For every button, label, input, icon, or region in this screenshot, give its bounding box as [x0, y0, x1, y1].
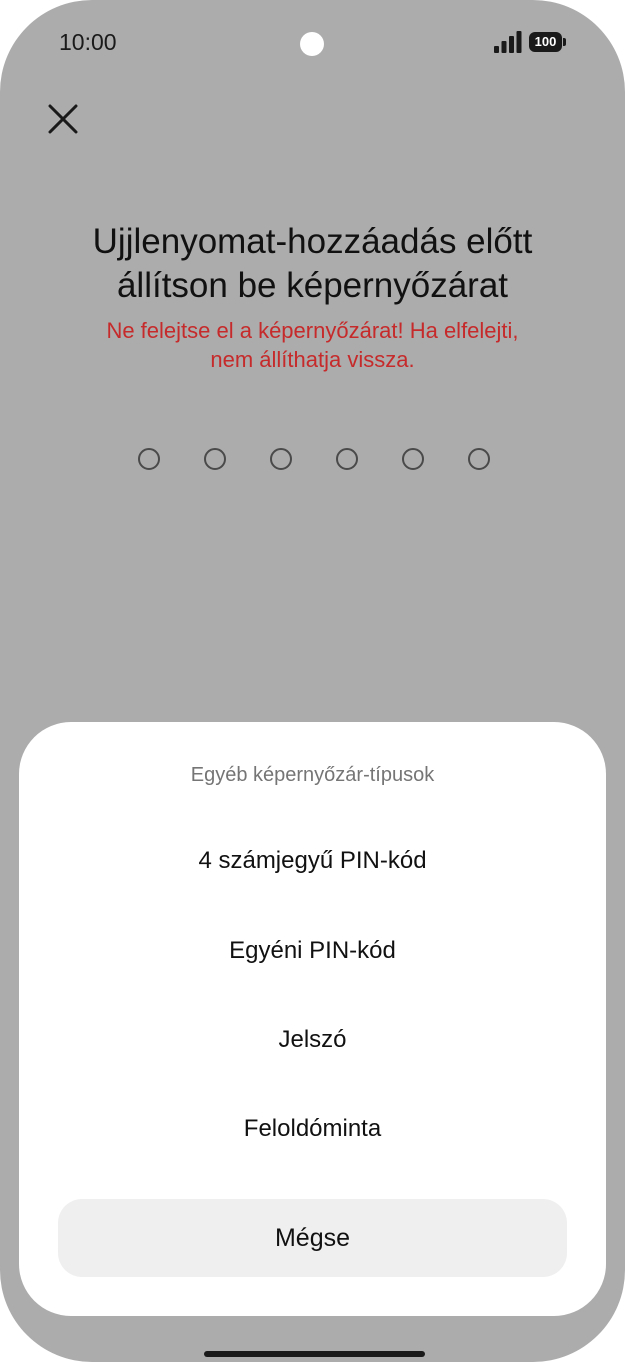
pin-dot — [468, 448, 490, 470]
home-indicator[interactable] — [204, 1351, 425, 1357]
battery-icon: 100 — [529, 32, 567, 52]
page-title: Ujjlenyomat-hozzáadás előtt állítson be … — [20, 220, 605, 308]
close-button[interactable] — [40, 96, 86, 142]
pin-dot — [204, 448, 226, 470]
pin-dot — [138, 448, 160, 470]
phone-screen: 10:00 100 Ujjlenyomat-hozzáadás előtt ál… — [0, 0, 625, 1362]
option-password[interactable]: Jelszó — [59, 1010, 566, 1070]
pin-indicator — [138, 448, 498, 472]
battery-level: 100 — [529, 32, 562, 52]
option-pattern[interactable]: Feloldóminta — [59, 1099, 566, 1159]
signal-icon — [494, 31, 522, 53]
camera-cutout — [300, 32, 324, 56]
option-4-digit-pin[interactable]: 4 számjegyű PIN-kód — [59, 831, 566, 891]
warning-text-line-2: nem állíthatja vissza. — [210, 347, 415, 372]
status-time: 10:00 — [59, 29, 117, 55]
close-icon — [48, 104, 78, 134]
lock-type-sheet: Egyéb képernyőzár-típusok 4 számjegyű PI… — [19, 722, 606, 1316]
warning-text: Ne felejtse el a képernyőzárat! Ha elfel… — [20, 316, 605, 374]
pin-dot — [336, 448, 358, 470]
page-title-line-2: állítson be képernyőzárat — [116, 266, 509, 305]
sheet-title: Egyéb képernyőzár-típusok — [190, 764, 435, 786]
option-custom-pin[interactable]: Egyéni PIN-kód — [59, 921, 566, 981]
pin-dot — [402, 448, 424, 470]
pin-dot — [270, 448, 292, 470]
cancel-button[interactable]: Mégse — [58, 1199, 567, 1277]
page-title-line-1: Ujjlenyomat-hozzáadás előtt — [92, 222, 533, 261]
battery-tip — [563, 38, 566, 46]
warning-text-line-1: Ne felejtse el a képernyőzárat! Ha elfel… — [106, 318, 519, 343]
